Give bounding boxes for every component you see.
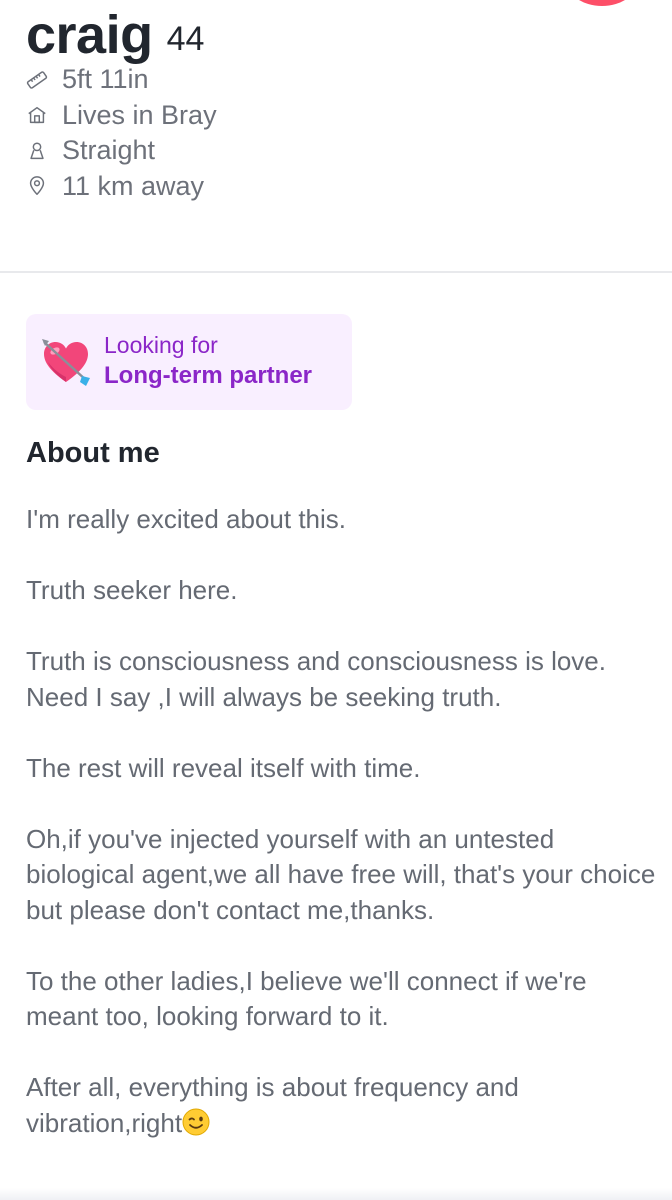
bottom-edge-shadow bbox=[0, 1188, 672, 1200]
fact-orientation-text: Straight bbox=[62, 135, 156, 166]
fact-distance-text: 11 km away bbox=[62, 170, 205, 201]
profile-name: craig bbox=[26, 5, 153, 65]
fact-orientation: Straight bbox=[26, 133, 217, 169]
fact-residence: Lives in Bray bbox=[26, 98, 217, 134]
ruler-icon bbox=[26, 69, 48, 91]
about-paragraph-7: After all, everything is about frequency… bbox=[26, 1070, 656, 1141]
profile-header: craig 44 bbox=[26, 0, 205, 65]
about-me-heading: About me bbox=[26, 437, 160, 469]
about-me-body: I'm really excited about this. Truth see… bbox=[26, 502, 656, 1177]
person-icon bbox=[26, 140, 48, 162]
about-paragraph-6: To the other ladies,I believe we'll conn… bbox=[26, 965, 587, 1032]
section-divider bbox=[0, 271, 672, 273]
fact-residence-text: Lives in Bray bbox=[62, 99, 217, 130]
profile-facts: 5ft 11in Lives in Bray Straight 11 km aw… bbox=[26, 62, 217, 204]
location-pin-icon bbox=[26, 175, 48, 197]
heart-with-arrow-icon bbox=[40, 336, 92, 388]
about-paragraph-4: The rest will reveal itself with time. bbox=[26, 752, 421, 783]
looking-for-text: Looking for Long-term partner bbox=[104, 331, 312, 393]
about-paragraph-2: Truth seeker here. bbox=[26, 575, 238, 605]
fact-distance: 11 km away bbox=[26, 169, 217, 205]
about-paragraph-3: Truth is consciousness and consciousness… bbox=[26, 646, 606, 712]
about-paragraph-5: Oh,if you've injected yourself with an u… bbox=[26, 823, 656, 925]
fact-height-text: 5ft 11in bbox=[62, 64, 149, 95]
about-paragraph-1: I'm really excited about this. bbox=[26, 504, 346, 534]
looking-for-value: Long-term partner bbox=[104, 362, 313, 389]
profile-age: 44 bbox=[166, 20, 205, 58]
about-paragraph-7-text: After all, everything is about frequency… bbox=[26, 1072, 519, 1138]
home-icon bbox=[26, 104, 48, 126]
looking-for-label: Looking for bbox=[104, 332, 218, 358]
fact-height: 5ft 11in bbox=[26, 62, 217, 98]
looking-for-card: Looking for Long-term partner bbox=[26, 314, 352, 410]
winking-face-icon bbox=[182, 1108, 210, 1136]
corner-action-button[interactable] bbox=[566, 0, 638, 6]
